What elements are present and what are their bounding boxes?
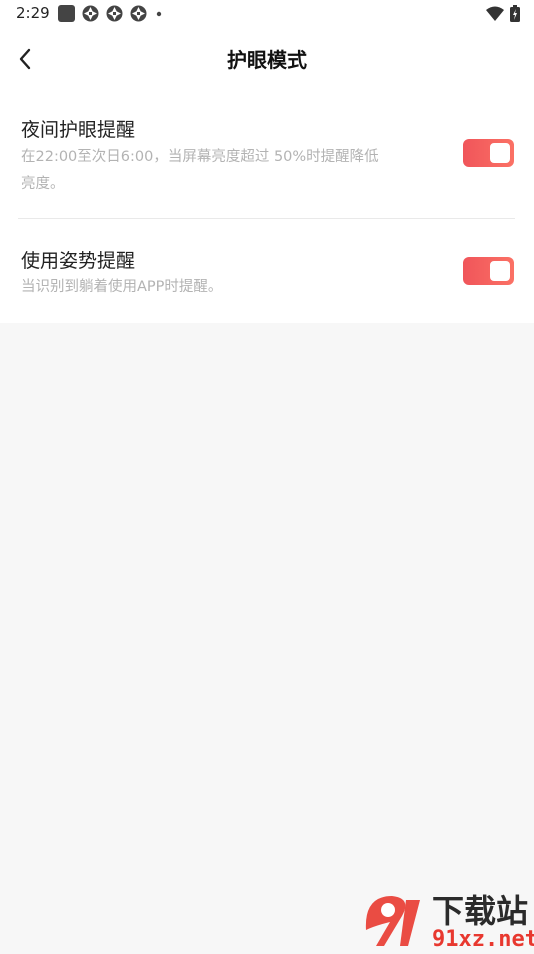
setting-description-line: 亮度。 bbox=[21, 176, 65, 192]
page-title: 护眼模式 bbox=[227, 48, 307, 72]
toggle-knob bbox=[490, 261, 510, 281]
night-eye-care-toggle[interactable] bbox=[463, 139, 514, 167]
shutter-notification-icon bbox=[130, 5, 147, 22]
shutter-notification-icon bbox=[82, 5, 99, 22]
setting-title: 夜间护眼提醒 bbox=[21, 119, 136, 141]
battery-charging-icon bbox=[510, 5, 520, 22]
wifi-icon bbox=[486, 6, 504, 21]
app-notification-icon bbox=[58, 5, 75, 22]
watermark-url: 91xz.net bbox=[432, 927, 534, 950]
setting-description-line: 当识别到躺着使用APP时提醒。 bbox=[21, 279, 223, 295]
setting-description-line: 在22:00至次日6:00，当屏幕亮度超过 50%时提醒降低 bbox=[21, 149, 379, 165]
shutter-notification-icon bbox=[106, 5, 123, 22]
status-bar: 2:29 bbox=[0, 0, 534, 28]
watermark-logo: 下载站 91xz.net bbox=[362, 886, 534, 952]
watermark-text: 下载站 bbox=[432, 892, 528, 930]
setting-description: 当识别到躺着使用APP时提醒。 bbox=[21, 274, 421, 301]
divider bbox=[18, 218, 515, 219]
app-bar: 护眼模式 bbox=[0, 32, 534, 86]
setting-description: 在22:00至次日6:00，当屏幕亮度超过 50%时提醒降低 亮度。 bbox=[21, 144, 421, 198]
system-icons bbox=[486, 5, 520, 22]
setting-title: 使用姿势提醒 bbox=[21, 250, 136, 272]
toggle-knob bbox=[490, 143, 510, 163]
notification-icons bbox=[58, 5, 164, 22]
posture-reminder-toggle[interactable] bbox=[463, 257, 514, 285]
status-time: 2:29 bbox=[16, 4, 50, 22]
more-notifications-dot-icon bbox=[156, 11, 162, 17]
